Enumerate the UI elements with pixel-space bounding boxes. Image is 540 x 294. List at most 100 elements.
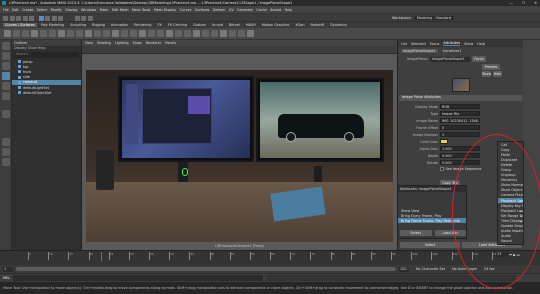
shelf-tool-icon[interactable] xyxy=(130,30,137,37)
use-sequence-checkbox[interactable] xyxy=(440,167,444,171)
shelf-tool-icon[interactable] xyxy=(121,30,128,37)
shelf-tool-icon[interactable] xyxy=(211,30,218,37)
lasso-tool-icon[interactable] xyxy=(2,52,10,60)
shelf-tool-icon[interactable] xyxy=(166,30,173,37)
ae-field-value[interactable]: 0.000 xyxy=(440,153,480,158)
new-scene-icon[interactable] xyxy=(3,15,8,21)
shelf-tool-icon[interactable] xyxy=(229,30,236,37)
command-input[interactable] xyxy=(12,275,263,281)
shelf-tool-icon[interactable] xyxy=(58,30,65,37)
close-button[interactable]: ✕ xyxy=(531,1,540,5)
rotate-tool-icon[interactable] xyxy=(2,82,10,90)
snap-curve-icon[interactable] xyxy=(51,15,57,21)
shelf-tool-icon[interactable] xyxy=(238,30,245,37)
shelf-tool-icon[interactable] xyxy=(40,30,47,37)
shelf-tool-icon[interactable] xyxy=(148,30,155,37)
shelf-tab-xgen[interactable]: XGen xyxy=(293,23,306,27)
shelf-tool-icon[interactable] xyxy=(85,30,92,37)
viewport-menu-renderer[interactable]: Renderer xyxy=(146,41,161,45)
scale-tool-icon[interactable] xyxy=(2,92,10,100)
snap-grid-icon[interactable] xyxy=(45,15,50,21)
popup-load-button[interactable]: Load Attr xyxy=(434,230,466,236)
ae-tab-attributes[interactable]: Attributes xyxy=(443,41,461,46)
play-icon[interactable]: ▶ xyxy=(513,253,516,257)
menu-mesh-display[interactable]: Mesh Display xyxy=(154,8,177,12)
last-tool-icon[interactable] xyxy=(2,110,10,118)
menu-edit[interactable]: Edit xyxy=(12,8,19,12)
shelf-tool-icon[interactable] xyxy=(220,30,227,37)
shelf-tab-animation[interactable]: Animation xyxy=(109,23,130,27)
shelf-tool-icon[interactable] xyxy=(67,30,74,37)
shelf-tab-rendering[interactable]: Rendering xyxy=(132,23,153,27)
goto-end-icon[interactable]: ⏭ xyxy=(517,253,520,257)
shelf-tool-icon[interactable] xyxy=(49,30,56,37)
shelf-tool-icon[interactable] xyxy=(184,30,191,37)
shelf-tool-icon[interactable] xyxy=(157,30,164,37)
range-slider-bar[interactable] xyxy=(16,267,396,271)
ae-tab-help[interactable]: Help xyxy=(477,42,485,46)
fps-select[interactable]: 24 fps xyxy=(484,267,495,271)
ae-field-value[interactable]: 1 xyxy=(440,132,480,137)
ae-field-value[interactable]: RGB xyxy=(440,104,480,109)
focus-button[interactable]: Focus xyxy=(472,56,486,62)
shelf-tool-icon[interactable] xyxy=(247,30,254,37)
hide-button[interactable]: Hide xyxy=(493,71,502,77)
menu-modify[interactable]: Modify xyxy=(51,8,62,12)
ae-field-value[interactable]: 1.000 xyxy=(440,146,480,151)
shelf-tool-icon[interactable] xyxy=(139,30,146,37)
dropdown-item[interactable]: Sound xyxy=(498,239,523,244)
ae-select-button[interactable]: Select xyxy=(400,242,460,248)
snap-point-icon[interactable] xyxy=(58,15,63,21)
menu-curves[interactable]: Curves xyxy=(180,8,192,12)
menu-select[interactable]: Select xyxy=(37,8,47,12)
render-frame-icon[interactable] xyxy=(74,15,80,21)
shelf-tab-redshift[interactable]: Redshift xyxy=(309,23,327,27)
maximize-button[interactable]: ☐ xyxy=(519,1,528,5)
shelf-tab-sculpting[interactable]: Sculpting xyxy=(68,23,88,27)
menu-uv[interactable]: UV xyxy=(229,8,234,12)
shelf-tool-icon[interactable] xyxy=(31,30,38,37)
ae-tab-list[interactable]: List xyxy=(401,42,407,46)
menu-file[interactable]: File xyxy=(3,8,9,12)
outliner-search-input[interactable]: Search... xyxy=(14,52,79,58)
shelf-tool-icon[interactable] xyxy=(202,30,209,37)
shelf-tool-icon[interactable] xyxy=(193,30,200,37)
node-name-field[interactable]: imagePlaneShape1 xyxy=(430,56,470,62)
viewport-menu-panels[interactable]: Panels xyxy=(165,41,176,45)
workspace-select[interactable]: Modeling - Standard xyxy=(413,15,454,20)
presets-button[interactable]: Presets xyxy=(482,64,500,70)
paint-select-icon[interactable] xyxy=(2,62,10,70)
shelf-tab-fx[interactable]: FX xyxy=(156,23,164,27)
shelf-tab-poly-modeling[interactable]: Poly Modeling xyxy=(39,23,66,27)
shelf-tab-custom[interactable]: Custom xyxy=(191,23,208,27)
section-header[interactable]: Image Plane Attributes xyxy=(399,95,522,101)
character-set-select[interactable]: No Character Set xyxy=(416,267,445,271)
shelf-tool-icon[interactable] xyxy=(76,30,83,37)
shelf-tab-bifrost[interactable]: Bifrost xyxy=(227,23,242,27)
ipr-render-icon[interactable] xyxy=(81,15,86,21)
command-mode-label[interactable]: MEL xyxy=(3,276,10,280)
time-slider[interactable]: 5 10 15 20 25 30 35 40 45 50 55 60 65 70 75 80 85 90 95 100… xyxy=(0,250,540,265)
viewport-menu-shading[interactable]: Shading xyxy=(97,41,111,45)
select-tool-icon[interactable] xyxy=(2,42,10,50)
shelf-tab-curves-surfaces[interactable]: Curves / Surfaces xyxy=(3,23,37,27)
shelf-tab-fx-caching[interactable]: FX Caching xyxy=(166,23,189,27)
shelf-tool-icon[interactable] xyxy=(4,30,11,37)
ae-field-value[interactable]: Image File xyxy=(440,111,480,116)
minimize-button[interactable]: — xyxy=(507,1,516,5)
ae-tab-show[interactable]: Show xyxy=(464,42,473,46)
move-tool-icon[interactable] xyxy=(2,72,10,80)
shelf-tool-icon[interactable] xyxy=(112,30,119,37)
redo-icon[interactable] xyxy=(29,15,34,21)
range-end-field[interactable]: 120 xyxy=(399,266,409,272)
menu-mesh[interactable]: Mesh xyxy=(100,8,109,12)
menu-windows[interactable]: Windows xyxy=(81,8,96,12)
goto-start-icon[interactable]: ⏮ xyxy=(509,253,512,257)
menu-edit-mesh[interactable]: Edit Mesh xyxy=(112,8,129,12)
menu-deform[interactable]: Deform xyxy=(213,8,226,12)
ae-tab-focus[interactable]: Focus xyxy=(430,42,440,46)
playhead[interactable] xyxy=(100,252,102,261)
shelf-tool-icon[interactable] xyxy=(22,30,29,37)
shelf-tab-rigging[interactable]: Rigging xyxy=(90,23,107,27)
render-settings-icon[interactable] xyxy=(87,15,93,21)
